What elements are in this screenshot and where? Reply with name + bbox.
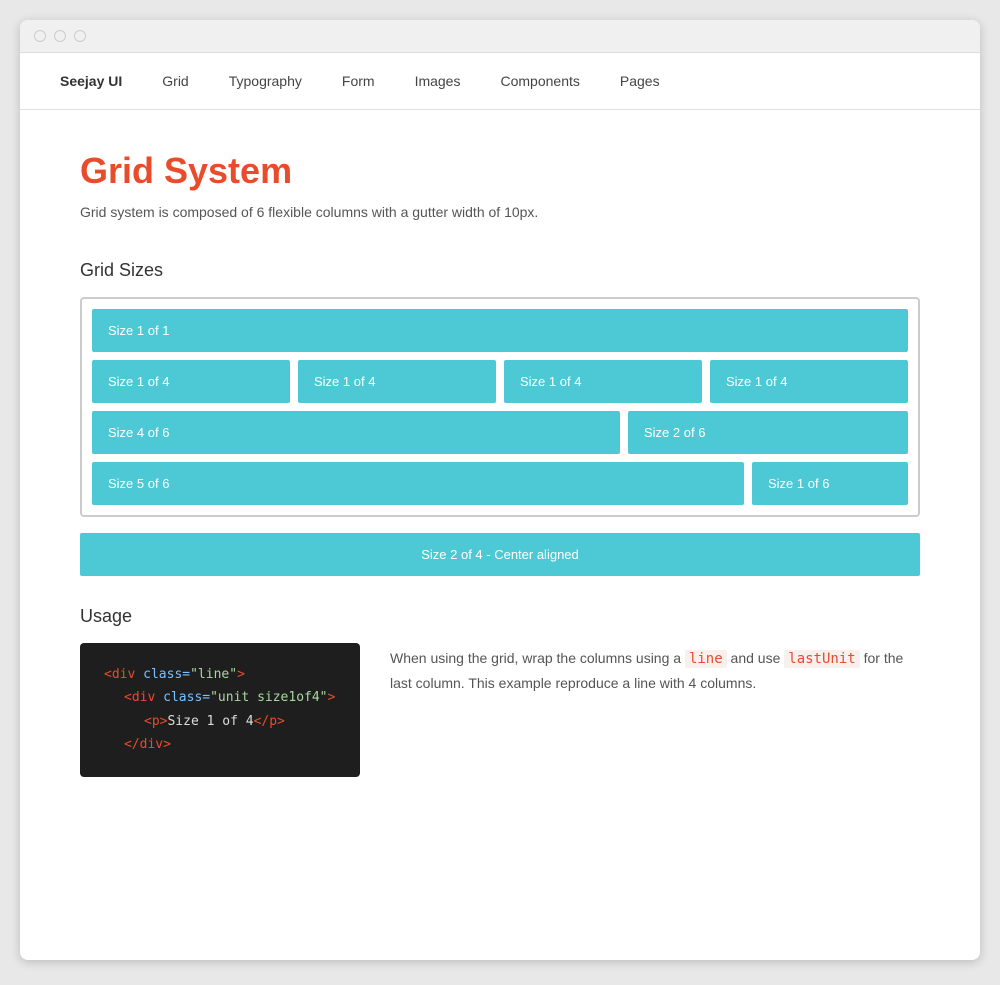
code-attr-class2: class= [163, 690, 210, 705]
nav-brand[interactable]: Seejay UI [60, 53, 142, 109]
usage-section: Usage <div class="line"> <div class="uni… [80, 606, 920, 777]
code-line-3: <p>Size 1 of 4</p> [104, 710, 336, 733]
grid-cell-1of4-d: Size 1 of 4 [710, 360, 908, 403]
code-line-1: <div class="line"> [104, 663, 336, 686]
usage-code-lastunit: lastUnit [784, 650, 859, 668]
nav-item-pages[interactable]: Pages [600, 53, 680, 109]
grid-row-4: Size 5 of 6 Size 1 of 6 [92, 462, 908, 505]
nav-bar: Seejay UI Grid Typography Form Images Co… [20, 53, 980, 110]
window-maximize-btn[interactable] [74, 30, 86, 42]
window-close-btn[interactable] [34, 30, 46, 42]
nav-item-components[interactable]: Components [480, 53, 599, 109]
nav-item-typography[interactable]: Typography [209, 53, 322, 109]
grid-cell-2of6: Size 2 of 6 [628, 411, 908, 454]
code-string-line: "line" [190, 667, 237, 682]
center-row: Size 2 of 4 - Center aligned [80, 533, 920, 576]
code-attr-class: class= [143, 667, 190, 682]
code-text-content: Size 1 of 4 [167, 714, 253, 729]
usage-title: Usage [80, 606, 920, 627]
window-minimize-btn[interactable] [54, 30, 66, 42]
nav-item-form[interactable]: Form [322, 53, 395, 109]
grid-cell-1of4-b: Size 1 of 4 [298, 360, 496, 403]
grid-row-3: Size 4 of 6 Size 2 of 6 [92, 411, 908, 454]
code-tag-p-open: <p> [144, 714, 167, 729]
grid-cell-1of4-c: Size 1 of 4 [504, 360, 702, 403]
usage-code-line: line [685, 650, 727, 668]
usage-text-connector: and use [731, 650, 785, 666]
code-line-4: </div> [104, 733, 336, 756]
code-tag-div2-open: <div [124, 690, 163, 705]
code-string-unit: "unit size1of4" [210, 690, 327, 705]
grid-cell-1of4-a: Size 1 of 4 [92, 360, 290, 403]
code-tag-div-open: <div [104, 667, 143, 682]
grid-cell-1of6: Size 1 of 6 [752, 462, 908, 505]
page-description: Grid system is composed of 6 flexible co… [80, 204, 920, 220]
title-bar [20, 20, 980, 53]
code-block: <div class="line"> <div class="unit size… [80, 643, 360, 777]
code-tag-div-closing: </div> [124, 737, 171, 752]
grid-row-2: Size 1 of 4 Size 1 of 4 Size 1 of 4 Size… [92, 360, 908, 403]
nav-item-images[interactable]: Images [395, 53, 481, 109]
grid-cell-4of6: Size 4 of 6 [92, 411, 620, 454]
usage-description: When using the grid, wrap the columns us… [390, 643, 920, 696]
app-window: Seejay UI Grid Typography Form Images Co… [20, 20, 980, 960]
code-tag-p-close: </p> [254, 714, 285, 729]
code-tag-div-close-bracket: > [237, 667, 245, 682]
grid-sizes-title: Grid Sizes [80, 260, 920, 281]
grid-row-1: Size 1 of 1 [92, 309, 908, 352]
main-content: Grid System Grid system is composed of 6… [20, 110, 980, 817]
grid-cell-5of6: Size 5 of 6 [92, 462, 744, 505]
grid-demo: Size 1 of 1 Size 1 of 4 Size 1 of 4 Size… [80, 297, 920, 517]
usage-body: <div class="line"> <div class="unit size… [80, 643, 920, 777]
code-line-2: <div class="unit size1of4"> [104, 686, 336, 709]
grid-cell-center: Size 2 of 4 - Center aligned [80, 533, 920, 576]
grid-cell-1of1: Size 1 of 1 [92, 309, 908, 352]
code-tag-div2-close: > [328, 690, 336, 705]
usage-text-before: When using the grid, wrap the columns us… [390, 650, 681, 666]
nav-item-grid[interactable]: Grid [142, 53, 208, 109]
page-title: Grid System [80, 150, 920, 192]
